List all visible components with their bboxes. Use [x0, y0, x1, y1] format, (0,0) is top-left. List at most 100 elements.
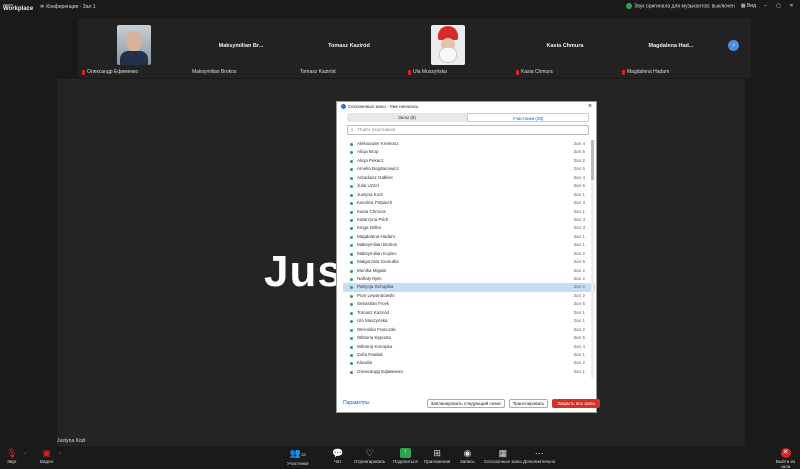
- participant-tile[interactable]: Tomasz Kaziród Tomasz Kaziród: [296, 18, 402, 78]
- broadcast-button[interactable]: Транслировать: [509, 399, 548, 408]
- video-caret-icon[interactable]: ^: [59, 451, 61, 456]
- list-item[interactable]: Maksymilian Kopiec Зал 2: [343, 250, 595, 258]
- participant-tile[interactable]: Ula Muszyńska: [404, 18, 510, 78]
- participant-tile[interactable]: Magdalena Had... Magdalena Hadam: [618, 18, 724, 78]
- original-sound-indicator[interactable]: Звук оригинала для музыкантов: выключен: [626, 3, 735, 9]
- participants-button[interactable]: 👥28 Участники: [287, 448, 309, 466]
- participant-room[interactable]: Зал 2: [573, 250, 585, 258]
- params-link[interactable]: Параметры: [343, 400, 370, 406]
- participant-tile[interactable]: Maksymilian Br... Maksymilian Brokos: [188, 18, 294, 78]
- share-button[interactable]: ↑ Поделиться: [393, 448, 418, 464]
- list-item[interactable]: Monika Migała Зал 2: [343, 267, 595, 275]
- list-item[interactable]: Amelia Bogdanowicz Зал 6: [343, 165, 595, 173]
- list-item[interactable]: Naftaly Njeri Зал 2: [343, 275, 595, 283]
- apps-button[interactable]: ⊞ Приложения: [424, 448, 450, 464]
- participant-room[interactable]: Зал 2: [573, 326, 585, 334]
- list-item[interactable]: Kasia Chmura Зал 1: [343, 208, 595, 216]
- breakout-rooms-button[interactable]: ▦ Сессионные залы: [484, 448, 522, 464]
- participant-room[interactable]: Зал 4: [573, 216, 585, 224]
- list-item[interactable]: Олександр Ефименко Зал 1: [343, 368, 595, 376]
- tile-name: Ula Muszyńska: [408, 69, 447, 75]
- participant-room[interactable]: Зал 2: [573, 275, 585, 283]
- original-sound-label: Звук оригинала для музыкантов: выключен: [634, 3, 735, 10]
- participant-room[interactable]: Зал 6: [573, 165, 585, 173]
- list-item[interactable]: Sebastian Ficek Зал 6: [343, 300, 595, 308]
- list-item[interactable]: Wiktoria Kępusta Зал 5: [343, 334, 595, 342]
- leave-button[interactable]: ✕ Выйти из зала: [771, 448, 800, 469]
- list-item[interactable]: Justyna Kozł Зал 1: [343, 191, 595, 199]
- list-item[interactable]: Ula Muszyńska Зал 1: [343, 317, 595, 325]
- view-button[interactable]: ▦ Вид: [741, 3, 756, 9]
- status-dot-icon: [350, 185, 353, 189]
- participant-room[interactable]: Зал 1: [573, 208, 585, 216]
- participant-room[interactable]: Зал 3: [573, 199, 585, 207]
- chat-button[interactable]: 💬 Чат: [332, 448, 343, 464]
- status-dot-icon: [350, 261, 353, 265]
- list-item[interactable]: Weronika Franczak Зал 2: [343, 326, 595, 334]
- list-item[interactable]: Aleksander Krentosz Зал 4: [343, 140, 595, 148]
- participant-room[interactable]: Зал 6: [573, 300, 585, 308]
- participant-tile[interactable]: Kasia Chmura Kasia Chmura: [512, 18, 618, 78]
- schedule-next-button[interactable]: Запланировать следующий сеанс: [427, 399, 505, 408]
- list-item[interactable]: Katarzyna Pilch Зал 4: [343, 216, 595, 224]
- participant-room[interactable]: Зал 1: [573, 309, 585, 317]
- participant-room[interactable]: Зал 2: [573, 292, 585, 300]
- participant-room[interactable]: Зал 6: [573, 258, 585, 266]
- close-all-rooms-button[interactable]: Закрыть все залы: [552, 399, 600, 408]
- participant-room[interactable]: Зал 2: [573, 267, 585, 275]
- participant-tile[interactable]: Олександр Ефименко: [78, 18, 184, 78]
- list-item[interactable]: Małgorzata Gumułka Зал 6: [343, 258, 595, 266]
- minimize-icon[interactable]: –: [762, 3, 769, 9]
- search-input[interactable]: ⌕ Поиск участников: [347, 125, 589, 135]
- participant-room[interactable]: Зал 4: [573, 140, 585, 148]
- status-dot-icon: [350, 176, 353, 180]
- participant-room[interactable]: Зал 1: [573, 351, 585, 359]
- close-window-icon[interactable]: ✕: [788, 3, 795, 9]
- video-button[interactable]: ▣ Видео: [40, 448, 53, 464]
- list-item[interactable]: Karolina Potpiech Зал 3: [343, 199, 595, 207]
- tab-participants[interactable]: Участники (28): [467, 113, 589, 122]
- list-item[interactable]: Zofia Pawlak Зал 1: [343, 351, 595, 359]
- list-item[interactable]: Magdalena Hadam Зал 1: [343, 233, 595, 241]
- react-button[interactable]: ♡ Отреагировать: [354, 448, 385, 464]
- participant-room[interactable]: Зал 1: [573, 191, 585, 199]
- audio-caret-icon[interactable]: ^: [24, 451, 26, 456]
- participant-room[interactable]: Зал 2: [573, 157, 585, 165]
- participant-room[interactable]: Зал 6: [573, 182, 585, 190]
- participant-room[interactable]: Зал 5: [573, 148, 585, 156]
- list-item[interactable]: Alicja Pekacz Зал 2: [343, 157, 595, 165]
- tab-rooms[interactable]: Залы (6): [347, 113, 467, 122]
- participant-room[interactable]: Зал 2: [573, 359, 585, 367]
- participant-room[interactable]: Зал 1: [573, 368, 585, 376]
- audio-button[interactable]: 🎙 Звук: [6, 448, 17, 464]
- participant-room[interactable]: Зал 1: [573, 241, 585, 249]
- close-icon[interactable]: ×: [588, 103, 592, 110]
- participant-room[interactable]: Зал 3: [573, 224, 585, 232]
- participant-room[interactable]: Зал 2: [573, 283, 585, 291]
- list-item[interactable]: Maksymilian Brokos Зал 1: [343, 241, 595, 249]
- next-page-icon[interactable]: ›: [728, 40, 739, 51]
- participant-room[interactable]: Зал 4: [573, 343, 585, 351]
- participant-room[interactable]: Зал 4: [573, 174, 585, 182]
- tile-name: Kasia Chmura: [516, 69, 553, 75]
- list-item[interactable]: Klaudia Зал 2: [343, 359, 595, 367]
- list-item[interactable]: Tomasz Kaziród Зал 1: [343, 309, 595, 317]
- participant-name: Małgorzata Gumułka: [357, 259, 399, 265]
- record-button[interactable]: ◉ Запись: [460, 448, 475, 464]
- list-item[interactable]: Wiktoria Konopka Зал 4: [343, 343, 595, 351]
- scrollbar-thumb[interactable]: [591, 140, 594, 180]
- list-item[interactable]: Arkadiusz Gałbiec Зал 4: [343, 174, 595, 182]
- list-item[interactable]: Julia Uzzel Зал 6: [343, 182, 595, 190]
- more-button[interactable]: ⋯ Дополнительно: [523, 448, 555, 464]
- scrollbar[interactable]: [591, 140, 594, 378]
- list-item[interactable]: Alicja Brop Зал 5: [343, 148, 595, 156]
- maximize-icon[interactable]: ▢: [775, 3, 782, 9]
- participant-room[interactable]: Зал 1: [573, 233, 585, 241]
- list-item[interactable]: Kinga Niška Зал 3: [343, 224, 595, 232]
- participant-room[interactable]: Зал 1: [573, 317, 585, 325]
- breakout-label: Сессионные залы: [484, 459, 522, 464]
- participant-room[interactable]: Зал 5: [573, 334, 585, 342]
- list-item[interactable]: Piotr Lewandowski Зал 2: [343, 292, 595, 300]
- list-item[interactable]: Patrycja Ochojska Зал 2: [343, 283, 595, 292]
- status-dot-icon: [350, 320, 353, 324]
